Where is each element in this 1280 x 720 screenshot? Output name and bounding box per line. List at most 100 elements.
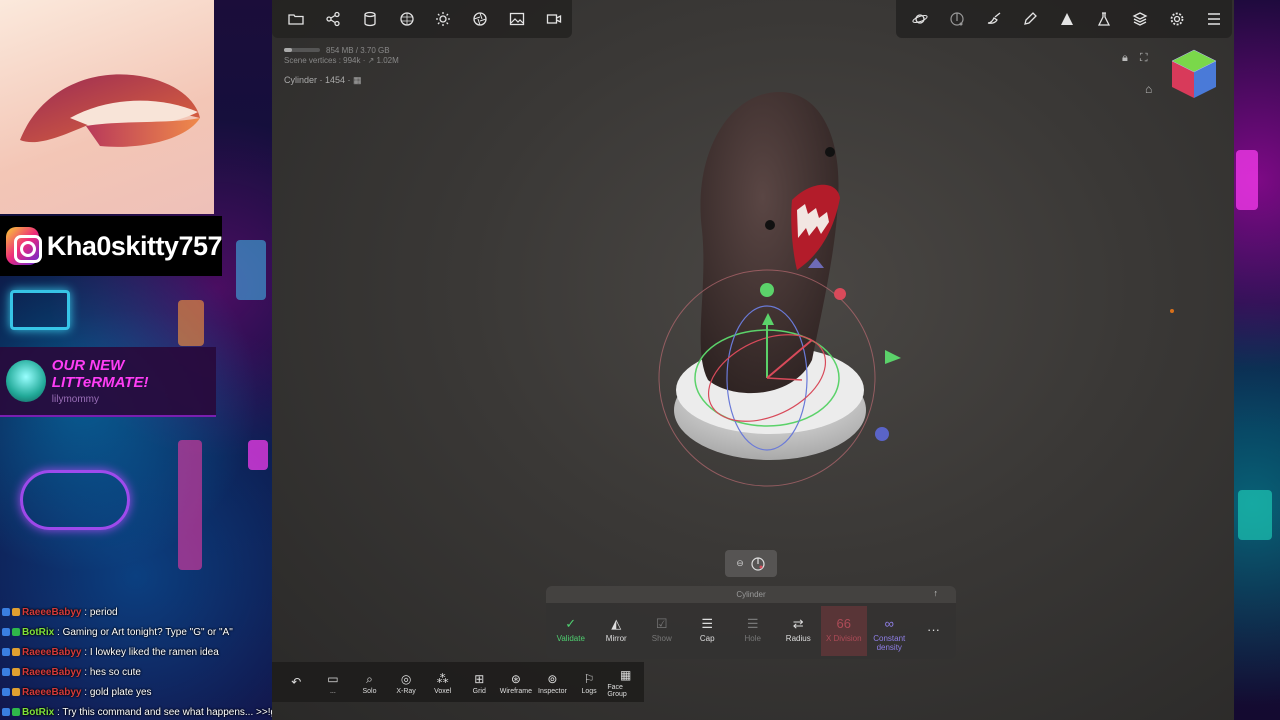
- triangle-icon[interactable]: [1049, 0, 1086, 38]
- fullscreen-icon[interactable]: ⛶: [1140, 52, 1148, 65]
- sculpting-app-viewport[interactable]: 854 MB / 3.70 GB Scene vertices : 994k ·…: [272, 0, 1234, 720]
- chat-username: RaeeeBabyy: [22, 667, 82, 678]
- instagram-banner: Kha0skitty757: [0, 216, 223, 276]
- planet-icon[interactable]: [902, 0, 939, 38]
- chat-username: RaeeeBabyy: [22, 607, 82, 618]
- bottom-tool-label: Face Group: [607, 684, 627, 698]
- gear-icon[interactable]: [1159, 0, 1196, 38]
- bottom-tool-icon: ⊞: [474, 671, 485, 686]
- folder-icon[interactable]: [278, 0, 315, 38]
- bottom-tool-0-button[interactable]: ↶: [278, 673, 315, 691]
- tool-icon: ☑: [655, 616, 668, 631]
- tool-label: Mirror: [605, 634, 627, 643]
- tool-label: Radius: [785, 634, 811, 643]
- bottom-wireframe-button[interactable]: ⊛ Wireframe: [498, 670, 535, 695]
- tool-label: Show: [651, 634, 672, 643]
- home-icon[interactable]: ⌂: [1145, 82, 1152, 96]
- tool-constant-density-button[interactable]: ∞ Constant density: [867, 614, 913, 656]
- tool-hole-button[interactable]: ☰ Hole: [730, 614, 776, 656]
- tool-icon: ☰: [746, 616, 759, 631]
- cylinder-tool-panel: Cylinder ↑ ✓ Validate ◭ Mirror ☑ Show ☰ Cap ☰ Hol…: [546, 586, 956, 659]
- aperture-icon[interactable]: [462, 0, 499, 38]
- sphere-icon[interactable]: [388, 0, 425, 38]
- chat-username: BotRix: [22, 627, 55, 638]
- scene-info: 854 MB / 3.70 GB Scene vertices : 994k ·…: [284, 46, 399, 66]
- bottom-tool-label: Inspector: [538, 687, 567, 695]
- chat-text: : Try this command and see what happens.…: [57, 707, 285, 718]
- top-right-toolbar: [896, 0, 1232, 38]
- bottom-tool-label: ...: [329, 687, 336, 695]
- tool-icon: ◭: [611, 616, 622, 631]
- chat-text: : period: [84, 607, 118, 618]
- bottom-tool-icon: ⁂: [436, 671, 449, 686]
- tool-panel-title: Cylinder: [546, 586, 956, 603]
- tool-x-division-button[interactable]: 66 X Division: [821, 606, 867, 656]
- tool-label: Constant density: [873, 634, 906, 652]
- share-icon[interactable]: [315, 0, 352, 38]
- chat-username: BotRix: [22, 707, 55, 718]
- bottom-toolbar: ↶ ▭... ⌕ Solo ◎ X-Ray ⁂ Voxel ⊞ Grid ⊛ Wireframe ⊚ In…: [272, 662, 644, 702]
- tool-icon: ✓: [565, 616, 577, 631]
- tool-icon: ∞: [884, 616, 894, 631]
- instagram-icon: [6, 227, 42, 265]
- flask-icon[interactable]: [1085, 0, 1122, 38]
- menu-icon[interactable]: [1195, 0, 1232, 38]
- subscriber-avatar: [6, 360, 46, 402]
- memory-usage: 854 MB / 3.70 GB: [326, 46, 390, 55]
- stream-background-right: [1234, 0, 1280, 720]
- bottom-grid-button[interactable]: ⊞ Grid: [461, 670, 498, 695]
- bottom-tool-label: Solo: [362, 687, 377, 695]
- camera-icon[interactable]: [535, 0, 572, 38]
- bottom-tool-icon: ⌕: [366, 671, 373, 686]
- object-label[interactable]: Cylinder · 1454 · ▦: [284, 75, 362, 86]
- subscriber-alert-name: lilymommy: [51, 394, 100, 405]
- bottom-tool-label: X-Ray: [396, 687, 416, 695]
- bottom-tool-label: Logs: [581, 687, 597, 695]
- brush-icon[interactable]: [975, 0, 1012, 38]
- tool-radius-button[interactable]: ⇄ Radius: [776, 614, 822, 656]
- bottom-tool-label: Voxel: [434, 687, 452, 695]
- chat-text: : hes so cute: [84, 667, 141, 678]
- bottom-logs-button[interactable]: ⚐ Logs: [571, 670, 608, 695]
- subscriber-alert: OUR NEW LITTeRMATE! lilymommy: [0, 347, 216, 417]
- tool-label: Hole: [744, 634, 761, 643]
- channel-logo: [0, 0, 214, 214]
- image-icon[interactable]: [499, 0, 536, 38]
- chat-username: RaeeeBabyy: [22, 647, 82, 658]
- tool-cap-button[interactable]: ☰ Cap: [685, 614, 731, 656]
- view-controls: 🔒︎ ⛶: [1122, 52, 1148, 65]
- bottom-x-ray-button[interactable]: ◎ X-Ray: [388, 670, 425, 695]
- bottom-tool-icon: ⊛: [510, 671, 521, 686]
- bottom-tool-1-button[interactable]: ▭...: [315, 670, 352, 695]
- scene-vertices: Scene vertices : 994k · ↗ 1.02M: [284, 56, 399, 65]
- bottom-tool-icon: ▦: [619, 668, 632, 682]
- tool-icon: ⇄: [792, 616, 804, 631]
- gizmo-icon: [751, 556, 765, 571]
- gizmo-small-icon: ⊖: [736, 558, 744, 568]
- light-indicator: [1170, 309, 1174, 313]
- layers-icon[interactable]: [1122, 0, 1159, 38]
- instagram-handle: Kha0skitty757: [46, 230, 223, 261]
- tool-show-button[interactable]: ☑ Show: [639, 614, 685, 656]
- bottom-solo-button[interactable]: ⌕ Solo: [351, 670, 388, 695]
- cylinder-icon[interactable]: [352, 0, 389, 38]
- tool-label: Validate: [556, 634, 585, 643]
- more-options-button[interactable]: ···: [927, 622, 940, 637]
- collapse-icon[interactable]: ↑: [934, 588, 939, 598]
- bottom-tool-label: Wireframe: [499, 687, 532, 695]
- pen-icon[interactable]: [1012, 0, 1049, 38]
- navigation-cube[interactable]: [1170, 48, 1218, 100]
- tool-validate-button[interactable]: ✓ Validate: [548, 614, 594, 656]
- 3d-model-scene[interactable]: [642, 80, 902, 500]
- sun-icon[interactable]: [425, 0, 462, 38]
- bottom-inspector-button[interactable]: ⊚ Inspector: [534, 670, 571, 695]
- tool-icon: 66: [836, 616, 851, 631]
- bottom-tool-label: Grid: [472, 687, 486, 695]
- tool-mirror-button[interactable]: ◭ Mirror: [594, 614, 640, 656]
- bottom-voxel-button[interactable]: ⁂ Voxel: [424, 670, 461, 695]
- bottom-tool-icon: ⚐: [583, 671, 595, 686]
- bottom-face-group-button[interactable]: ▦ Face Group: [607, 666, 644, 698]
- gizmo-toggle[interactable]: ⊖: [725, 550, 777, 577]
- lock-icon[interactable]: 🔒︎: [1122, 52, 1128, 65]
- gizmo-icon[interactable]: [939, 0, 976, 38]
